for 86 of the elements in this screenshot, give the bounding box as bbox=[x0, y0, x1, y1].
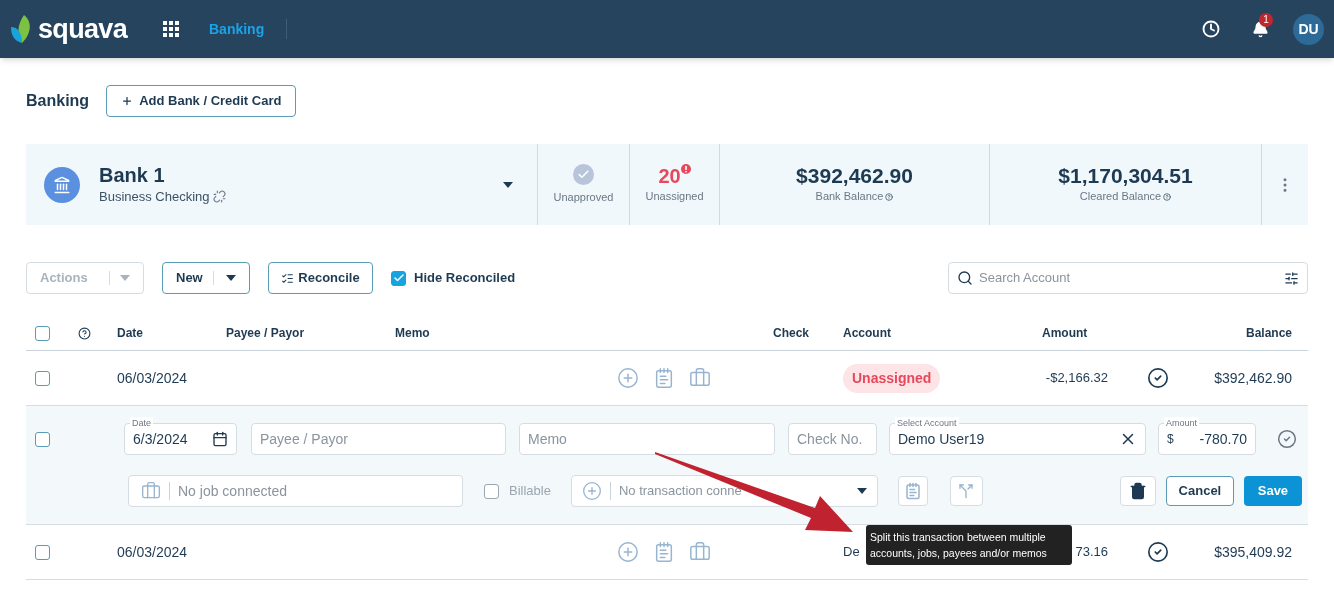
memo-field[interactable]: Memo bbox=[519, 423, 775, 455]
account-cell-text: De bbox=[843, 543, 860, 562]
field-label: Amount bbox=[1164, 417, 1200, 429]
briefcase-icon[interactable] bbox=[689, 367, 711, 389]
trash-icon bbox=[1128, 482, 1147, 500]
account-type: Business Checking bbox=[99, 187, 210, 206]
split-button[interactable] bbox=[949, 476, 983, 506]
balance-cell-text: $395,409.92 bbox=[1214, 542, 1292, 562]
add-icon[interactable] bbox=[617, 367, 639, 389]
status-badge: Unassigned bbox=[843, 363, 941, 393]
add-bank-button[interactable]: Add Bank / Credit Card bbox=[106, 85, 297, 117]
filter-icon[interactable] bbox=[1284, 270, 1299, 286]
add-icon bbox=[581, 481, 602, 501]
amount-cell-text: -$2,166.32 bbox=[1045, 369, 1108, 388]
field-label: Select Account bbox=[895, 417, 959, 429]
checkbox[interactable] bbox=[35, 431, 50, 447]
unapproved-label: Unapproved bbox=[553, 189, 614, 205]
note-icon[interactable] bbox=[653, 367, 675, 389]
reconcile-button[interactable]: Reconcile bbox=[268, 262, 373, 294]
balance-value: $392,462.90 bbox=[796, 164, 913, 189]
check-number-field[interactable]: Check No. bbox=[788, 423, 877, 455]
column-header: Account bbox=[843, 325, 892, 342]
caret-icon bbox=[503, 181, 513, 188]
approved-icon[interactable] bbox=[1147, 541, 1169, 563]
job-field[interactable]: No job connected bbox=[128, 475, 463, 507]
column-header: Amount bbox=[1041, 325, 1089, 342]
unapproved-icon bbox=[573, 163, 594, 185]
new-button[interactable]: New bbox=[162, 262, 250, 294]
transaction-select[interactable]: No transaction conne bbox=[570, 475, 878, 507]
plus-icon bbox=[121, 95, 134, 107]
column-header: Date bbox=[117, 325, 144, 342]
column-header: Memo bbox=[395, 325, 431, 342]
briefcase-icon bbox=[141, 481, 161, 501]
balance-cell-text: $392,462.90 bbox=[1214, 368, 1292, 388]
account-name: Bank 1 bbox=[99, 162, 166, 187]
caret-icon bbox=[120, 275, 130, 281]
note-icon[interactable] bbox=[653, 541, 675, 563]
page-title: Banking bbox=[26, 91, 90, 111]
search-icon bbox=[957, 270, 973, 286]
field-label: Date bbox=[130, 417, 153, 429]
date-cell-text: 06/03/2024 bbox=[117, 368, 189, 388]
avatar[interactable]: DU bbox=[1293, 13, 1324, 45]
checkbox[interactable] bbox=[391, 270, 406, 286]
alert-icon bbox=[680, 164, 691, 175]
save-button[interactable]: Save bbox=[1243, 476, 1302, 506]
caret-icon bbox=[856, 488, 867, 494]
bank-icon bbox=[44, 166, 80, 203]
unassigned-count: 20 bbox=[658, 164, 681, 189]
search-input[interactable]: Search Account bbox=[979, 268, 1278, 288]
balance-value: $1,170,304.51 bbox=[1058, 164, 1193, 189]
column-header: Balance bbox=[1245, 325, 1292, 342]
approved-icon[interactable] bbox=[1147, 367, 1169, 389]
note-icon bbox=[903, 482, 922, 500]
checkbox[interactable] bbox=[484, 483, 499, 499]
clock-icon[interactable] bbox=[1202, 20, 1220, 38]
date-cell-text: 06/03/2024 bbox=[117, 542, 189, 562]
balance-label: Cleared Balance bbox=[1079, 189, 1162, 205]
notification-badge: 1 bbox=[1259, 12, 1273, 27]
payee-field[interactable]: Payee / Payor bbox=[251, 423, 506, 455]
reconcile-icon bbox=[281, 271, 295, 285]
search-field[interactable]: Search Account bbox=[948, 262, 1308, 294]
balance-label: Bank Balance bbox=[815, 189, 884, 205]
add-icon[interactable] bbox=[617, 541, 639, 563]
column-header: Payee / Payor bbox=[226, 325, 306, 342]
unassigned-label: Unassigned bbox=[645, 189, 704, 205]
delete-button[interactable] bbox=[1119, 476, 1156, 506]
unlink-icon bbox=[212, 190, 226, 203]
hide-reconciled-label: Hide Reconciled bbox=[414, 269, 516, 288]
nav-link[interactable]: Banking bbox=[209, 18, 265, 40]
checkbox[interactable] bbox=[35, 325, 50, 341]
help-icon[interactable] bbox=[78, 326, 91, 340]
calendar-icon[interactable] bbox=[212, 431, 228, 447]
split-icon bbox=[958, 483, 975, 499]
cancel-button[interactable]: Cancel bbox=[1165, 476, 1234, 506]
checkbox[interactable] bbox=[35, 370, 50, 386]
caret-icon bbox=[226, 275, 236, 281]
checkbox[interactable] bbox=[35, 544, 50, 560]
amount-cell-text: 73.16 bbox=[1075, 543, 1108, 562]
column-header: Check bbox=[772, 325, 809, 342]
logo-text: squava bbox=[38, 12, 127, 46]
note-button[interactable] bbox=[897, 476, 928, 506]
approve-icon[interactable] bbox=[1277, 429, 1297, 449]
briefcase-icon[interactable] bbox=[689, 541, 711, 563]
apps-grid-icon[interactable] bbox=[163, 21, 179, 37]
tooltip: Split this transaction between multiple accounts, jobs, payees and/or memos bbox=[866, 525, 1072, 565]
billable-label: Billable bbox=[509, 482, 551, 501]
